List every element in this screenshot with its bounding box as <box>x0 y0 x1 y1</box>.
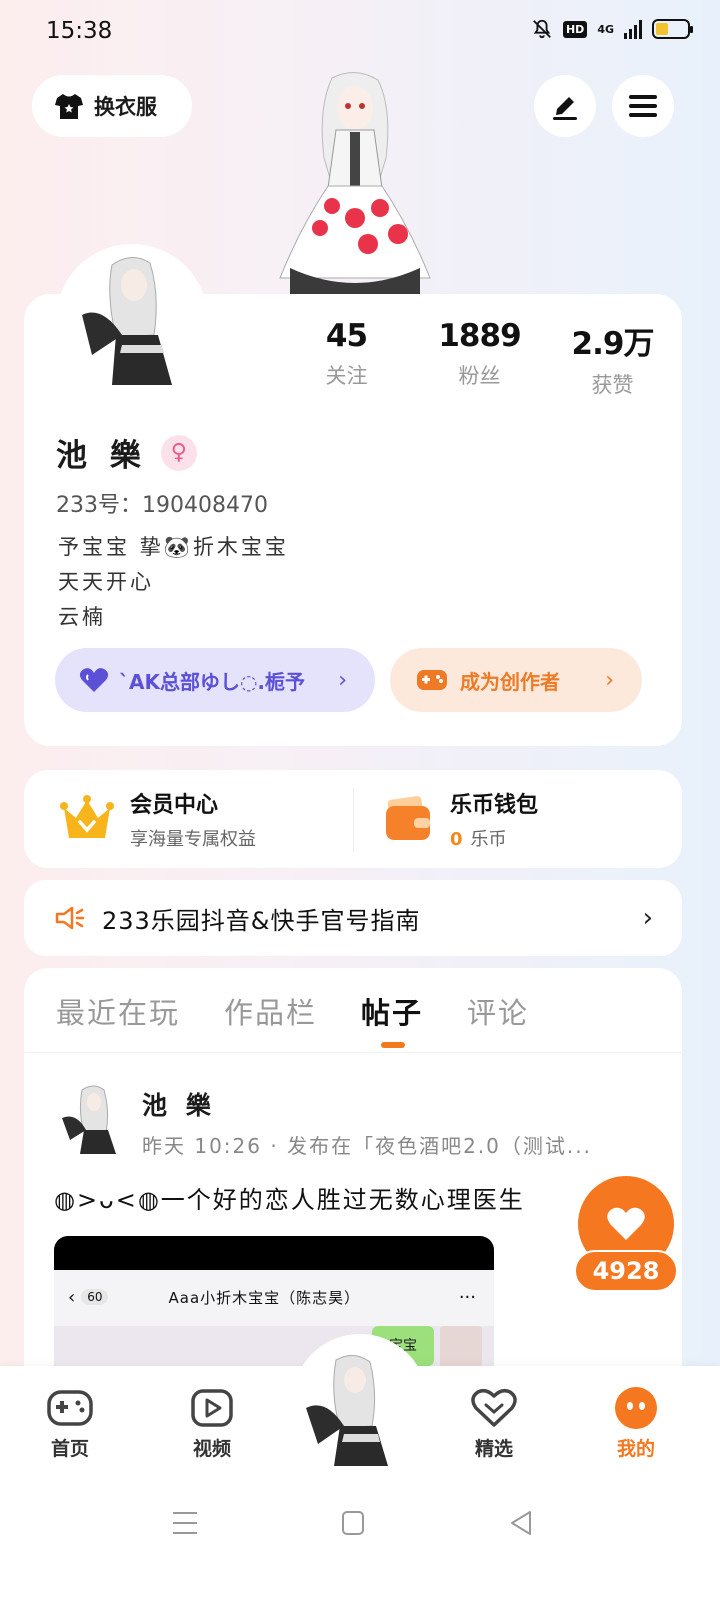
member-center-button[interactable]: 会员中心 享海量专属权益 <box>60 770 256 868</box>
nav-avatar-button[interactable] <box>302 1350 402 1468</box>
chevron-right-icon: › <box>338 667 347 693</box>
heart-icon <box>79 668 109 692</box>
stat-likes[interactable]: 2.9万 获赞 <box>546 318 679 399</box>
username: 池 樂 <box>56 438 147 474</box>
edit-profile-button[interactable] <box>534 75 596 137</box>
stat-followers[interactable]: 1889 粉丝 <box>413 318 546 399</box>
bell-muted-icon <box>533 19 551 39</box>
recents-icon[interactable] <box>172 1510 198 1536</box>
wallet-amount: 0 <box>450 829 463 850</box>
gamepad-icon <box>417 670 447 690</box>
tab-works[interactable]: 作品栏 <box>224 990 317 1032</box>
me-face-icon <box>615 1387 657 1429</box>
female-icon: ♀ <box>160 434 197 471</box>
chat-avatar <box>440 1326 482 1370</box>
post-meta: 昨天 10:26 · 发布在「夜色酒吧2.0（测试... <box>142 1134 592 1158</box>
stat-likes-value: 2.9万 <box>571 326 655 362</box>
become-creator-label: 成为创作者 <box>460 669 560 694</box>
wallet-icon <box>386 796 430 840</box>
member-center-title: 会员中心 <box>130 793 219 818</box>
tab-recent-play[interactable]: 最近在玩 <box>56 990 180 1032</box>
nav-featured[interactable]: 精选 <box>449 1386 539 1461</box>
hamburger-icon <box>629 95 657 117</box>
wallet-unit: 乐币 <box>470 829 507 850</box>
wallet-balance: 0 乐币 <box>450 825 538 851</box>
content-card: 最近在玩 作品栏 帖子 评论 池 樂 昨天 10:26 · 发布在「夜色酒吧2.… <box>24 968 682 1388</box>
chat-title: Aaa小折木宝宝（陈志昊） <box>168 1288 361 1307</box>
heart-icon <box>607 1207 645 1240</box>
chat-header: ‹ 60 Aaa小折木宝宝（陈志昊） ··· <box>54 1270 494 1324</box>
chevron-right-icon: › <box>642 903 654 933</box>
tab-posts[interactable]: 帖子 <box>361 990 423 1048</box>
crown-icon <box>60 795 114 838</box>
avatar-image <box>82 257 172 385</box>
divider <box>24 1052 682 1053</box>
battery-icon <box>652 19 693 39</box>
status-icons: HD 4G <box>531 18 693 40</box>
nav-home-label: 首页 <box>50 1438 89 1460</box>
nav-home[interactable]: 首页 <box>25 1386 115 1461</box>
tshirt-icon <box>55 94 83 119</box>
more-icon: ··· <box>458 1286 476 1308</box>
guild-button[interactable]: `AK总部ゆし◌.栀予 › <box>55 648 375 712</box>
like-count: 4928 <box>574 1250 678 1292</box>
chevron-right-icon: › <box>605 667 614 693</box>
profile-stats: 45 关注 1889 粉丝 2.9万 获赞 <box>280 318 680 399</box>
avatar-character-image <box>279 72 431 296</box>
wallet-title: 乐币钱包 <box>450 793 539 818</box>
nav-me[interactable]: 我的 <box>591 1386 681 1461</box>
heart-badge-icon <box>471 1388 517 1427</box>
name-row: 池 樂 ♀ <box>56 430 197 475</box>
announcement-bar[interactable]: 233乐园抖音&快手官号指南 › <box>24 880 682 956</box>
megaphone-icon <box>55 906 85 930</box>
stat-following[interactable]: 45 关注 <box>280 318 413 399</box>
menu-button[interactable] <box>612 75 674 137</box>
stat-following-value: 45 <box>325 318 368 354</box>
unread-count: 60 <box>81 1289 109 1305</box>
post-text[interactable]: ◍>ᴗ<◍一个好的恋人胜过无数心理医生 <box>54 1180 525 1215</box>
wallet-button[interactable]: 乐币钱包 0 乐币 <box>384 770 538 868</box>
pen-icon <box>553 97 577 120</box>
gamepad-icon <box>47 1390 93 1426</box>
change-outfit-button[interactable]: 换衣服 <box>32 75 192 137</box>
play-icon <box>191 1389 233 1427</box>
network-type: 4G <box>597 22 614 36</box>
hd-badge: HD <box>562 20 588 38</box>
avatar[interactable] <box>56 244 208 396</box>
member-center-subtitle: 享海量专属权益 <box>130 829 256 850</box>
stat-followers-value: 1889 <box>438 318 521 354</box>
post-author-avatar[interactable] <box>60 1082 124 1154</box>
nav-me-label: 我的 <box>616 1438 655 1460</box>
system-navigation-bar <box>0 1476 720 1600</box>
change-outfit-label: 换衣服 <box>94 95 157 119</box>
bio-line: 天天开心 <box>58 570 154 594</box>
stat-following-label: 关注 <box>325 364 368 388</box>
back-icon: ‹ <box>68 1286 76 1308</box>
tab-comments[interactable]: 评论 <box>467 990 529 1032</box>
guild-label: `AK总部ゆし◌.栀予 <box>119 669 306 694</box>
nav-video-label: 视频 <box>192 1438 231 1460</box>
bio: 予宝宝 挚🐼折木宝宝 天天开心 云楠 <box>58 530 289 635</box>
profile-tabs: 最近在玩 作品栏 帖子 评论 <box>56 990 529 1048</box>
nav-featured-label: 精选 <box>474 1438 513 1460</box>
user-id[interactable]: 233号：190408470 <box>56 487 268 519</box>
post-author-name[interactable]: 池 樂 <box>142 1086 216 1122</box>
nav-video[interactable]: 视频 <box>167 1386 257 1461</box>
bio-line: 予宝宝 挚🐼折木宝宝 <box>58 535 289 559</box>
signal-icon <box>624 19 642 39</box>
status-time: 15:38 <box>46 18 113 44</box>
back-icon[interactable] <box>509 1510 533 1536</box>
announcement-text: 233乐园抖音&快手官号指南 <box>102 906 421 935</box>
become-creator-button[interactable]: 成为创作者 › <box>390 648 642 712</box>
stat-followers-label: 粉丝 <box>458 364 501 388</box>
stat-likes-label: 获赞 <box>591 373 634 397</box>
member-wallet-card: 会员中心 享海量专属权益 乐币钱包 0 乐币 <box>24 770 682 868</box>
status-bar: 15:38 HD 4G <box>0 0 720 64</box>
divider <box>353 788 354 852</box>
home-icon[interactable] <box>341 1510 365 1536</box>
bio-line: 云楠 <box>58 605 106 629</box>
